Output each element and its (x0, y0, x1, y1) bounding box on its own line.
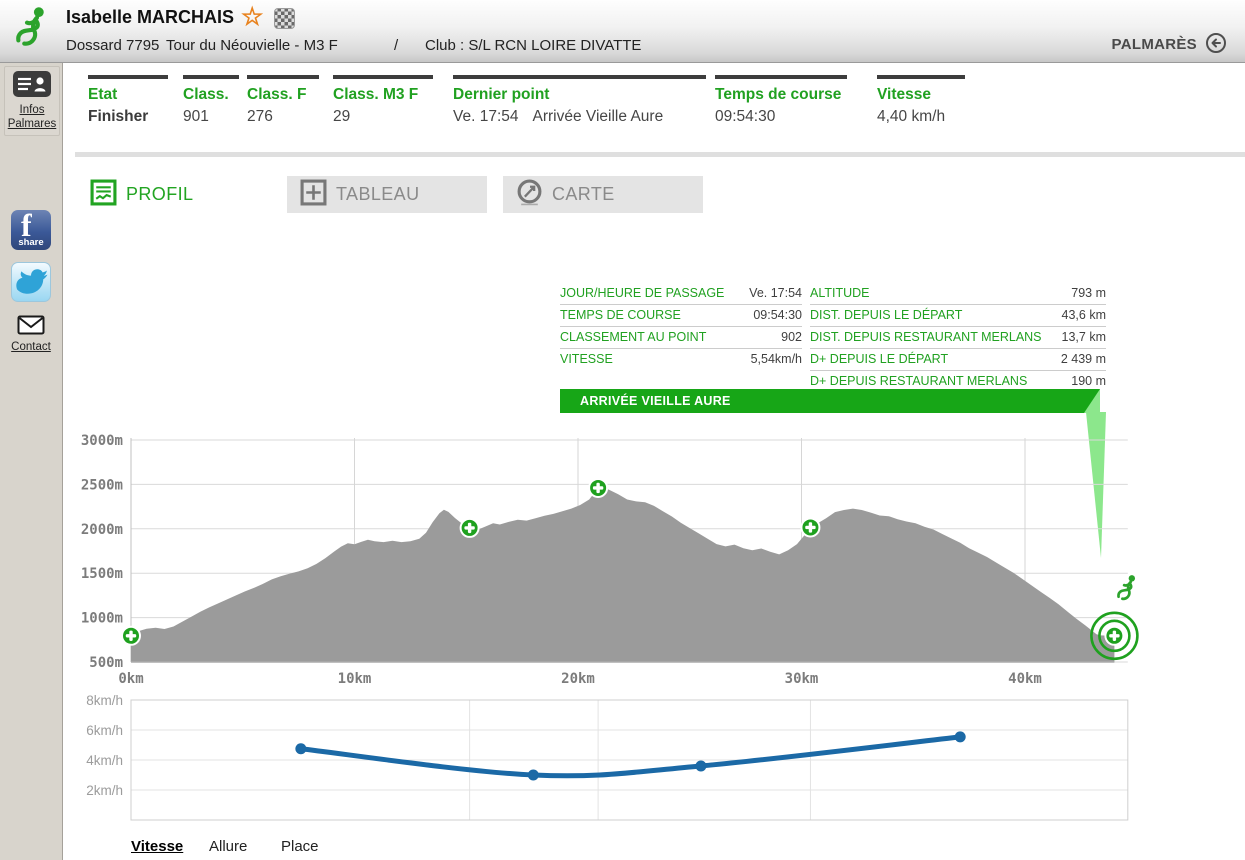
elevation-profile-chart[interactable]: 3000m 2500m 2000m 1500m 1000m 500m0km 10km 20km… (70, 430, 1145, 692)
svg-text:2500m: 2500m (81, 477, 123, 493)
sidebar-infos-block[interactable]: Infos Palmares (4, 66, 60, 136)
speed-chart[interactable]: 8km/h 6km/h 4km/h 2km/h (70, 690, 1145, 835)
tooltip-row: D+ DEPUIS LE DÉPART2 439 m (810, 349, 1106, 371)
club-name: Club : S/L RCN LOIRE DIVATTE (425, 37, 641, 54)
runner-logo-icon (12, 5, 52, 58)
speed-point[interactable] (528, 770, 539, 781)
stat-classement: Class. 901 (183, 75, 239, 126)
facebook-share-button[interactable]: f share (11, 210, 51, 250)
facebook-share-label: share (11, 237, 51, 248)
svg-text:8km/h: 8km/h (86, 693, 123, 708)
favorite-star-icon[interactable]: ☆ (241, 2, 263, 32)
svg-text:1500m: 1500m (81, 566, 123, 582)
stat-value: 29 (333, 108, 433, 126)
checkpoint-marker[interactable] (1105, 627, 1123, 645)
tab-label: TABLEAU (336, 184, 420, 205)
stat-value: 276 (247, 108, 319, 126)
svg-text:20km: 20km (561, 671, 595, 687)
svg-text:1000m: 1000m (81, 611, 123, 627)
stat-label: Class. (183, 86, 239, 104)
separator: / (394, 37, 398, 54)
twitter-bird-icon (16, 269, 47, 293)
checkpoint-banner: ARRIVÉE VIEILLE AURE (560, 389, 1100, 413)
section-divider (75, 152, 1245, 157)
stat-etat: Etat Finisher (88, 75, 168, 126)
checkpoint-marker[interactable] (589, 479, 607, 497)
checkpoint-tooltip-left: JOUR/HEURE DE PASSAGEVe. 17:54 TEMPS DE … (560, 283, 802, 370)
svg-text:10km: 10km (338, 671, 372, 687)
banner-wedge (1084, 389, 1100, 413)
tooltip-row: CLASSEMENT AU POINT902 (560, 327, 802, 349)
speed-line (301, 737, 960, 776)
checkpoint-marker[interactable] (461, 519, 479, 537)
svg-text:3000m: 3000m (81, 433, 123, 449)
subtab-vitesse[interactable]: Vitesse (131, 838, 183, 855)
stat-value: 901 (183, 108, 239, 126)
svg-text:500m: 500m (89, 655, 123, 671)
subtab-allure[interactable]: Allure (209, 838, 247, 855)
sidebar-link-infos[interactable]: Infos (5, 103, 59, 117)
stat-dernier-point: Dernier point Ve. 17:54Arrivée Vieille A… (453, 75, 706, 126)
svg-text:6km/h: 6km/h (86, 723, 123, 738)
tab-carte[interactable]: CARTE (503, 176, 703, 213)
sidebar-contact-block[interactable]: Contact (4, 315, 58, 354)
envelope-icon (17, 322, 45, 339)
checkpoint-tooltip-right: ALTITUDE793 m DIST. DEPUIS LE DÉPART43,6… (810, 283, 1106, 392)
finisher-flag-icon (274, 8, 295, 29)
checkpoint-marker[interactable] (801, 518, 819, 536)
tooltip-row: JOUR/HEURE DE PASSAGEVe. 17:54 (560, 283, 802, 305)
sidebar-link-palmares[interactable]: Palmares (5, 117, 59, 131)
speed-point[interactable] (955, 731, 966, 742)
tableau-table-icon (300, 179, 327, 211)
stat-classement-m3f: Class. M3 F 29 (333, 75, 433, 126)
checkpoint-marker[interactable] (122, 627, 140, 645)
tooltip-row: VITESSE5,54km/h (560, 349, 802, 370)
speed-point[interactable] (695, 761, 706, 772)
tab-tableau[interactable]: TABLEAU (287, 176, 487, 213)
carte-compass-icon (516, 179, 543, 211)
svg-text:30km: 30km (785, 671, 819, 687)
runner-name: Isabelle MARCHAIS (66, 7, 234, 28)
twitter-share-button[interactable] (11, 262, 51, 302)
tooltip-row: ALTITUDE793 m (810, 283, 1106, 305)
stat-temps-course: Temps de course 09:54:30 (715, 75, 847, 126)
tooltip-row: TEMPS DE COURSE09:54:30 (560, 305, 802, 327)
stat-label: Dernier point (453, 86, 706, 104)
stat-value: Finisher (88, 108, 168, 126)
checkpoint-name: ARRIVÉE VIEILLE AURE (580, 389, 731, 413)
stat-label: Temps de course (715, 86, 847, 104)
svg-text:2000m: 2000m (81, 522, 123, 538)
tooltip-row: DIST. DEPUIS LE DÉPART43,6 km (810, 305, 1106, 327)
speed-point[interactable] (295, 743, 306, 754)
header: Isabelle MARCHAIS ☆ Dossard 7795 Tour du… (0, 0, 1245, 63)
svg-text:2km/h: 2km/h (86, 783, 123, 798)
tab-label: CARTE (552, 184, 615, 205)
race-name: Tour du Néouvielle - M3 F (166, 37, 338, 54)
stat-label: Vitesse (877, 86, 965, 104)
stat-value: 09:54:30 (715, 108, 847, 126)
stat-vitesse: Vitesse 4,40 km/h (877, 75, 965, 126)
subtab-place[interactable]: Place (281, 838, 319, 855)
stat-label: Class. M3 F (333, 86, 433, 104)
sidebar-link-contact[interactable]: Contact (4, 340, 58, 354)
svg-text:4km/h: 4km/h (86, 753, 123, 768)
sidebar: Infos Palmares f share Contact (0, 62, 63, 860)
id-card-icon (12, 85, 52, 102)
svg-text:0km: 0km (118, 671, 143, 687)
svg-text:40km: 40km (1008, 671, 1042, 687)
elevation-area[interactable] (131, 487, 1114, 662)
stat-label: Etat (88, 86, 168, 104)
finish-runner-icon (1118, 575, 1135, 599)
profil-chart-icon (90, 179, 117, 211)
bib-number: Dossard 7795 (66, 37, 159, 54)
stat-classement-f: Class. F 276 (247, 75, 319, 126)
palmares-back-arrow-icon[interactable] (1205, 32, 1227, 59)
stat-label: Class. F (247, 86, 319, 104)
stat-value: Ve. 17:54Arrivée Vieille Aure (453, 108, 706, 126)
tab-profil[interactable]: PROFIL (90, 176, 193, 213)
stat-value: 4,40 km/h (877, 108, 965, 126)
tooltip-row: DIST. DEPUIS RESTAURANT MERLANS13,7 km (810, 327, 1106, 349)
palmares-toggle-label[interactable]: PALMARÈS (1112, 36, 1197, 53)
tab-label: PROFIL (126, 184, 193, 205)
